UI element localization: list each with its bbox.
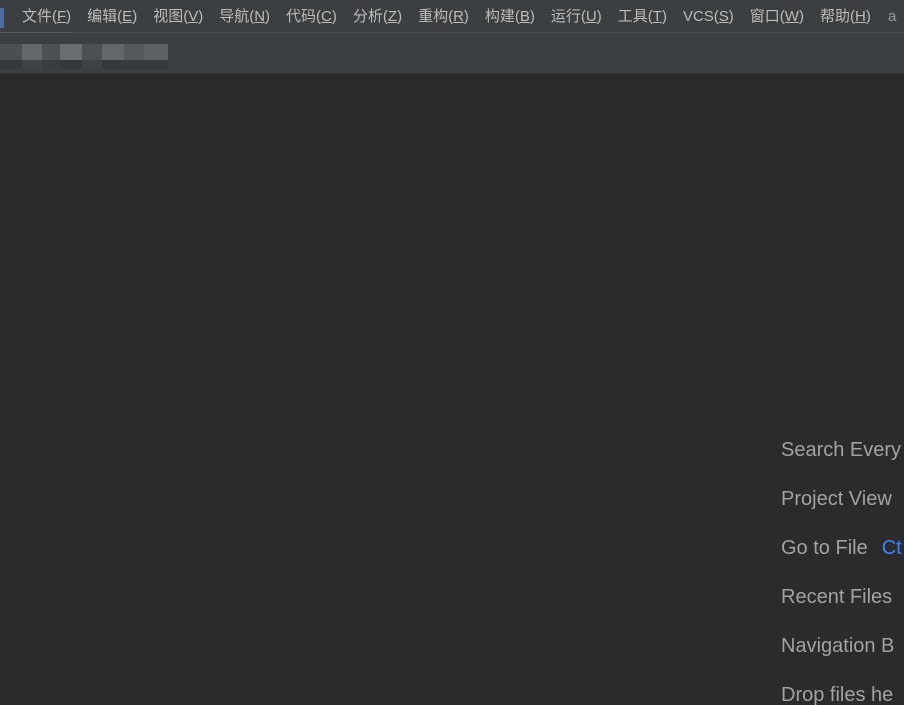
menu-item-z[interactable]: 分析(Z) bbox=[345, 0, 410, 33]
menu-item-mnemonic: H bbox=[854, 8, 866, 25]
redacted-block-3 bbox=[60, 44, 82, 60]
menu-item-paren: ) bbox=[798, 8, 804, 25]
redacted-block-8 bbox=[168, 44, 178, 60]
menu-item-r[interactable]: 重构(R) bbox=[410, 0, 477, 33]
editor-hint-label: Project View bbox=[781, 488, 892, 510]
menu-item-mnemonic: U bbox=[585, 8, 597, 25]
editor-hint-list: Search Every Project View Go to File Ct Rece… bbox=[781, 426, 904, 705]
window-accent-bar bbox=[0, 8, 4, 28]
editor-hint-label: Navigation B bbox=[781, 635, 895, 657]
menu-item-paren: ) bbox=[331, 8, 337, 25]
menu-item-b[interactable]: 构建(B) bbox=[477, 0, 543, 33]
menu-item-w[interactable]: 窗口(W) bbox=[742, 0, 812, 33]
menu-item-label: 运行( bbox=[550, 8, 586, 25]
menu-item-paren: ) bbox=[661, 8, 667, 25]
menu-item-label: 文件( bbox=[22, 8, 57, 25]
menu-item-s[interactable]: VCS(S) bbox=[675, 0, 742, 33]
redacted-block-lower-2 bbox=[42, 60, 60, 69]
main-toolbar bbox=[0, 33, 904, 74]
menu-item-mnemonic: N bbox=[254, 8, 266, 25]
menu-item-paren: ) bbox=[66, 8, 72, 25]
menu-item-f[interactable]: 文件(F) bbox=[14, 0, 79, 33]
menu-item-mnemonic: E bbox=[122, 8, 133, 25]
menu-item-label: 代码( bbox=[286, 8, 322, 25]
menu-item-u[interactable]: 运行(U) bbox=[543, 0, 610, 33]
menu-bar-trailing-text: a bbox=[888, 8, 897, 25]
editor-hint-row[interactable]: Project View bbox=[781, 475, 904, 524]
empty-editor-area[interactable]: Search Every Project View Go to File Ct Rece… bbox=[0, 74, 904, 705]
menu-item-label: 窗口( bbox=[749, 8, 785, 25]
menu-item-label: 帮助( bbox=[819, 8, 855, 25]
redacted-block-4 bbox=[82, 44, 102, 60]
redacted-block-2 bbox=[42, 44, 60, 60]
menu-item-paren: ) bbox=[728, 8, 734, 25]
menu-item-mnemonic: V bbox=[188, 8, 199, 25]
redacted-block-lower-1 bbox=[22, 60, 42, 69]
menu-item-paren: ) bbox=[397, 8, 403, 25]
redacted-toolbar-icons-row-1 bbox=[0, 44, 178, 60]
menu-item-paren: ) bbox=[529, 8, 535, 25]
menu-item-paren: ) bbox=[198, 8, 204, 25]
menu-item-label: 工具( bbox=[617, 8, 653, 25]
menu-item-label: VCS( bbox=[682, 8, 719, 25]
menu-item-paren: ) bbox=[265, 8, 271, 25]
menu-item-label: 编辑( bbox=[87, 8, 123, 25]
redacted-block-6 bbox=[124, 44, 144, 60]
editor-hint-label: Recent Files bbox=[781, 586, 893, 608]
redacted-block-lower-3 bbox=[60, 60, 82, 69]
menu-bar: 文件(F) 编辑(E) 视图(V) 导航(N) 代码(C) 分析(Z) 重构(R) 构建(B)… bbox=[0, 0, 904, 33]
editor-hint-shortcut: Ct bbox=[881, 537, 902, 559]
menu-item-mnemonic: R bbox=[453, 8, 464, 25]
editor-hint-label: Search Every bbox=[781, 439, 902, 461]
menu-item-label: 导航( bbox=[219, 8, 255, 25]
idea-window: 文件(F) 编辑(E) 视图(V) 导航(N) 代码(C) 分析(Z) 重构(R) 构建(B)… bbox=[0, 0, 904, 705]
editor-hint-label: Go to File bbox=[781, 537, 868, 559]
menu-item-v[interactable]: 视图(V) bbox=[145, 0, 211, 33]
menu-item-mnemonic: B bbox=[519, 8, 530, 25]
menu-item-mnemonic: W bbox=[784, 8, 799, 25]
menu-item-e[interactable]: 编辑(E) bbox=[79, 0, 145, 33]
editor-hint-row[interactable]: Drop files he bbox=[781, 671, 904, 705]
menu-item-n[interactable]: 导航(N) bbox=[211, 0, 278, 33]
redacted-block-0 bbox=[0, 44, 22, 60]
menu-item-h[interactable]: 帮助(H) bbox=[812, 0, 879, 33]
menu-item-label: 视图( bbox=[153, 8, 189, 25]
editor-hint-row[interactable]: Search Every bbox=[781, 426, 904, 475]
editor-hint-row[interactable]: Go to File Ct bbox=[781, 524, 904, 573]
menu-item-mnemonic: C bbox=[321, 8, 332, 25]
redacted-block-lower-5 bbox=[102, 60, 168, 69]
menu-item-paren: ) bbox=[132, 8, 138, 25]
redacted-block-lower-0 bbox=[0, 60, 22, 69]
menu-item-label: 重构( bbox=[418, 8, 454, 25]
menu-item-paren: ) bbox=[596, 8, 602, 25]
menu-item-paren: ) bbox=[865, 8, 871, 25]
menu-item-mnemonic: F bbox=[57, 8, 67, 25]
editor-hint-row[interactable]: Navigation B bbox=[781, 622, 904, 671]
editor-hint-row[interactable]: Recent Files bbox=[781, 573, 904, 622]
menu-item-mnemonic: Z bbox=[387, 8, 398, 25]
redacted-block-5 bbox=[102, 44, 124, 60]
redacted-block-1 bbox=[22, 44, 42, 60]
editor-hint-label: Drop files he bbox=[781, 684, 894, 705]
menu-item-mnemonic: S bbox=[718, 8, 729, 25]
menu-item-label: 构建( bbox=[484, 8, 520, 25]
redacted-block-lower-4 bbox=[82, 60, 102, 69]
redacted-block-7 bbox=[144, 44, 168, 60]
menu-item-mnemonic: T bbox=[652, 8, 662, 25]
menu-item-c[interactable]: 代码(C) bbox=[278, 0, 345, 33]
menu-item-t[interactable]: 工具(T) bbox=[610, 0, 675, 33]
redacted-toolbar-icons-row-2 bbox=[0, 60, 168, 69]
menu-item-label: 分析( bbox=[352, 8, 388, 25]
menu-item-paren: ) bbox=[463, 8, 469, 25]
menu-bar-items: 文件(F) 编辑(E) 视图(V) 导航(N) 代码(C) 分析(Z) 重构(R) 构建(B)… bbox=[14, 0, 879, 33]
